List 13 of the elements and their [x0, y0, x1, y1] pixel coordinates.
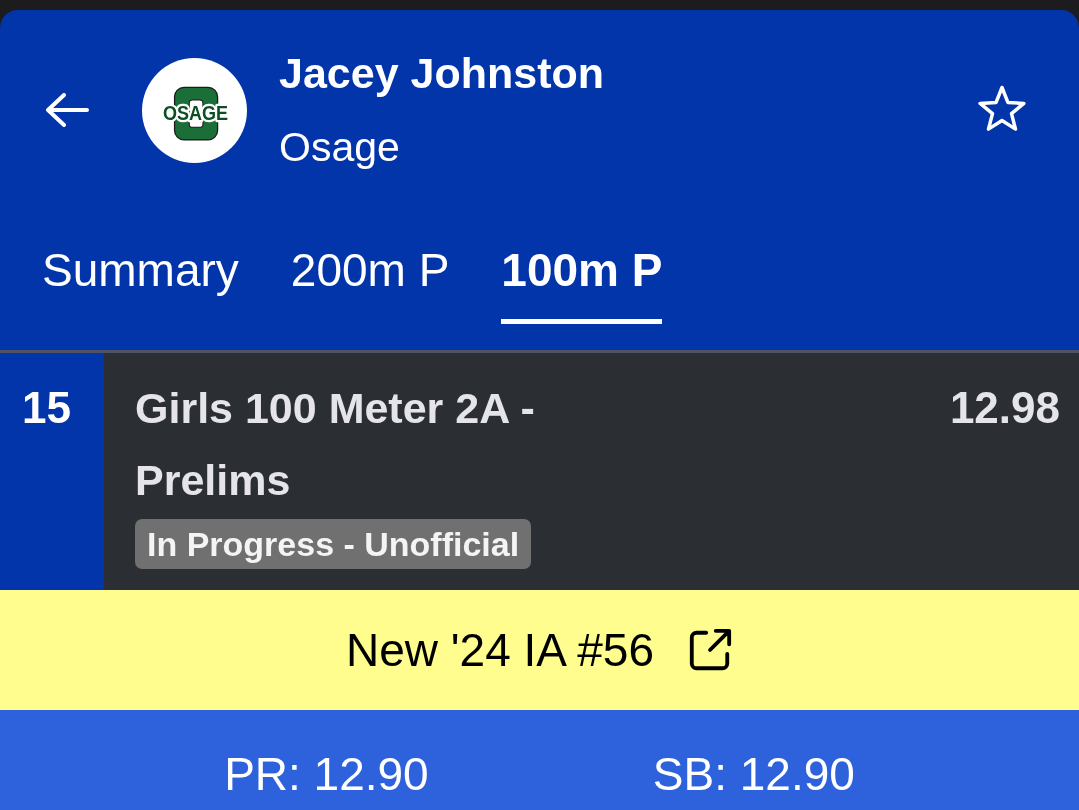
status-badge: In Progress - Unofficial — [135, 519, 532, 569]
team-name: Osage — [279, 123, 401, 172]
best-mark: SB: 12.90 — [652, 750, 855, 798]
tab[interactable]: 200m P — [290, 210, 450, 324]
event-number: 15 — [0, 353, 104, 590]
best-mark: PR: 12.90 — [224, 750, 429, 798]
tab[interactable]: 100m P — [501, 210, 663, 324]
ranking-banner[interactable]: New '24 IA #56 — [0, 590, 1079, 710]
tab[interactable]: Summary — [42, 210, 239, 324]
athlete-name: Jacey Johnston — [279, 48, 605, 99]
event-time: 12.98 — [949, 382, 1060, 434]
back-arrow-icon[interactable] — [45, 93, 89, 127]
event-title: Girls 100 Meter 2A - Prelims — [135, 383, 536, 506]
